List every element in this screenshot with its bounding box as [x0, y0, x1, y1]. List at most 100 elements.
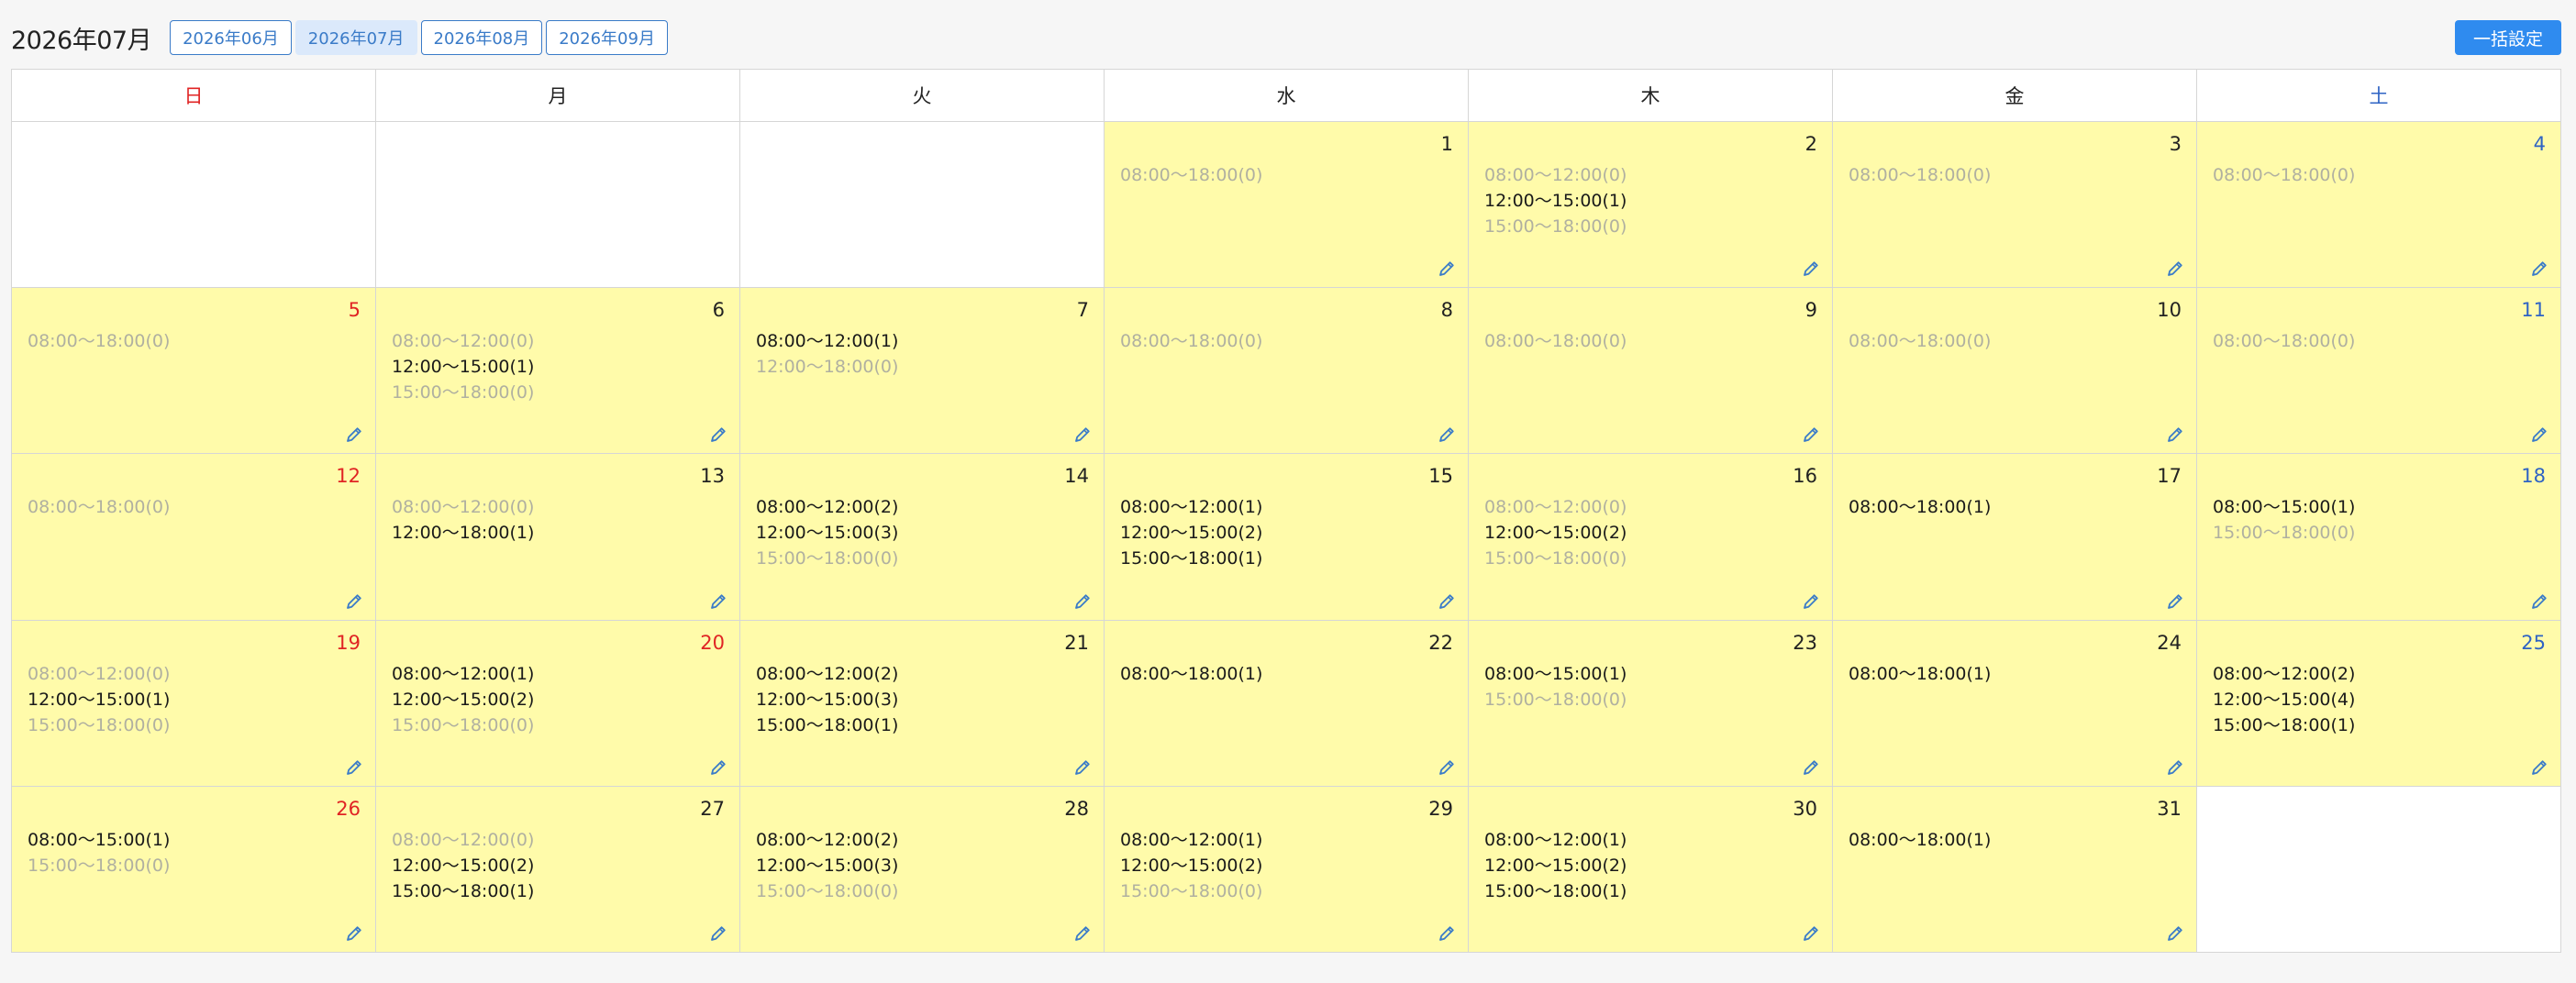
calendar-day-cell[interactable]: 22 08:00〜18:00(1)	[1104, 619, 1469, 787]
pencil-icon[interactable]	[1802, 425, 1820, 444]
pencil-icon[interactable]	[2166, 758, 2184, 777]
pencil-icon[interactable]	[1073, 924, 1092, 943]
pencil-icon[interactable]	[2530, 758, 2548, 777]
month-button-current[interactable]: 2026年07月	[294, 20, 417, 55]
day-number: 31	[2157, 797, 2182, 820]
time-slot: 12:00〜15:00(2)	[1484, 523, 1627, 544]
time-slot: 12:00〜15:00(2)	[1120, 855, 1263, 876]
day-number: 22	[1428, 631, 1453, 654]
calendar-week-row: 5 08:00〜18:00(0) 6 08:00〜12:00(0) 12:00〜15:0…	[11, 287, 2561, 455]
pencil-icon[interactable]	[345, 592, 363, 611]
month-button-next-2[interactable]: 2026年09月	[546, 20, 668, 55]
pencil-icon[interactable]	[2166, 425, 2184, 444]
pencil-icon[interactable]	[2530, 592, 2548, 611]
calendar-day-cell[interactable]: 17 08:00〜18:00(1)	[1832, 453, 2197, 621]
calendar-day-cell[interactable]: 28 08:00〜12:00(2) 12:00〜15:00(3) 15:00〜18:0…	[739, 785, 1105, 954]
calendar-day-cell[interactable]: 15 08:00〜12:00(1) 12:00〜15:00(2) 15:00〜18:0…	[1104, 453, 1469, 621]
calendar-day-cell[interactable]: 11 08:00〜18:00(0)	[2196, 287, 2561, 455]
pencil-icon[interactable]	[709, 592, 727, 611]
month-button-next[interactable]: 2026年08月	[420, 20, 543, 55]
pencil-icon[interactable]	[709, 425, 727, 444]
pencil-icon[interactable]	[1802, 260, 1820, 278]
calendar-day-cell[interactable]: 23 08:00〜15:00(1) 15:00〜18:00(0)	[1468, 619, 1833, 787]
pencil-icon[interactable]	[2530, 425, 2548, 444]
day-number: 23	[1793, 631, 1817, 654]
time-slot: 08:00〜15:00(1)	[28, 829, 171, 850]
calendar-day-cell[interactable]: 4 08:00〜18:00(0)	[2196, 120, 2561, 289]
time-slot: 08:00〜12:00(2)	[2213, 663, 2356, 684]
calendar-day-cell[interactable]: 13 08:00〜12:00(0) 12:00〜18:00(1)	[375, 453, 740, 621]
calendar-day-cell[interactable]: 5 08:00〜18:00(0)	[11, 287, 376, 455]
bulk-settings-button[interactable]: 一括設定	[2454, 20, 2561, 55]
time-slot: 15:00〜18:00(0)	[756, 880, 899, 901]
time-slot: 08:00〜15:00(1)	[1484, 663, 1627, 684]
pencil-icon[interactable]	[1438, 758, 1456, 777]
calendar-day-cell[interactable]: 18 08:00〜15:00(1) 15:00〜18:00(0)	[2196, 453, 2561, 621]
day-number: 27	[700, 797, 725, 820]
calendar-day-cell[interactable]: 1 08:00〜18:00(0)	[1104, 120, 1469, 289]
time-slot: 08:00〜18:00(1)	[1849, 497, 1992, 518]
pencil-icon[interactable]	[2166, 260, 2184, 278]
day-number: 18	[2521, 465, 2546, 488]
pencil-icon[interactable]	[1073, 758, 1092, 777]
time-slot-list: 08:00〜18:00(1)	[1849, 661, 1991, 687]
calendar-day-cell[interactable]: 27 08:00〜12:00(0) 12:00〜15:00(2) 15:00〜18:0…	[375, 785, 740, 954]
calendar-day-cell[interactable]: 3 08:00〜18:00(0)	[1832, 120, 2197, 289]
pencil-icon[interactable]	[345, 758, 363, 777]
time-slot: 12:00〜15:00(2)	[392, 689, 535, 710]
calendar-day-cell[interactable]: 12 08:00〜18:00(0)	[11, 453, 376, 621]
pencil-icon[interactable]	[709, 924, 727, 943]
calendar-day-cell[interactable]: 9 08:00〜18:00(0)	[1468, 287, 1833, 455]
calendar-day-cell[interactable]: 7 08:00〜12:00(1) 12:00〜18:00(0)	[739, 287, 1105, 455]
pencil-icon[interactable]	[1438, 924, 1456, 943]
calendar-day-cell[interactable]: 19 08:00〜12:00(0) 12:00〜15:00(1) 15:00〜18:0…	[11, 619, 376, 787]
time-slot-list: 08:00〜18:00(0)	[2213, 162, 2355, 188]
page-title: 2026年07月	[11, 26, 152, 55]
time-slot: 15:00〜18:00(0)	[1484, 548, 1627, 569]
pencil-icon[interactable]	[1438, 425, 1456, 444]
time-slot: 08:00〜18:00(1)	[1849, 663, 1992, 684]
time-slot: 15:00〜18:00(0)	[392, 714, 535, 735]
calendar-day-cell[interactable]: 2 08:00〜12:00(0) 12:00〜15:00(1) 15:00〜18:00…	[1468, 120, 1833, 289]
calendar-day-cell[interactable]: 31 08:00〜18:00(1)	[1832, 785, 2197, 954]
calendar-day-cell[interactable]: 30 08:00〜12:00(1) 12:00〜15:00(2) 15:00〜18:0…	[1468, 785, 1833, 954]
pencil-icon[interactable]	[1073, 425, 1092, 444]
calendar-day-cell[interactable]: 21 08:00〜12:00(2) 12:00〜15:00(3) 15:00〜18:0…	[739, 619, 1105, 787]
calendar-day-cell[interactable]: 14 08:00〜12:00(2) 12:00〜15:00(3) 15:00〜18:0…	[739, 453, 1105, 621]
time-slot: 12:00〜18:00(0)	[756, 357, 899, 378]
pencil-icon[interactable]	[1438, 592, 1456, 611]
pencil-icon[interactable]	[1438, 260, 1456, 278]
pencil-icon[interactable]	[2530, 260, 2548, 278]
calendar-day-cell[interactable]: 10 08:00〜18:00(0)	[1832, 287, 2197, 455]
calendar-day-cell[interactable]: 26 08:00〜15:00(1) 15:00〜18:00(0)	[11, 785, 376, 954]
day-number: 7	[1076, 299, 1089, 322]
pencil-icon[interactable]	[1073, 592, 1092, 611]
pencil-icon[interactable]	[1802, 758, 1820, 777]
calendar-week-row: 26 08:00〜15:00(1) 15:00〜18:00(0) 27 08:00〜12…	[11, 785, 2561, 954]
pencil-icon[interactable]	[345, 425, 363, 444]
calendar-day-cell[interactable]: 16 08:00〜12:00(0) 12:00〜15:00(2) 15:00〜18:0…	[1468, 453, 1833, 621]
weekday-header-row: 日 月 火 水 木 金 土	[11, 69, 2561, 122]
calendar-day-cell[interactable]: 8 08:00〜18:00(0)	[1104, 287, 1469, 455]
day-number: 8	[1440, 299, 1453, 322]
pencil-icon[interactable]	[2166, 924, 2184, 943]
day-number: 15	[1428, 465, 1453, 488]
calendar-day-cell[interactable]: 20 08:00〜12:00(1) 12:00〜15:00(2) 15:00〜18:0…	[375, 619, 740, 787]
calendar-day-cell[interactable]: 29 08:00〜12:00(1) 12:00〜15:00(2) 15:00〜18:0…	[1104, 785, 1469, 954]
day-number: 19	[336, 631, 361, 654]
calendar-day-cell[interactable]: 6 08:00〜12:00(0) 12:00〜15:00(1) 15:00〜18:00…	[375, 287, 740, 455]
time-slot: 08:00〜18:00(0)	[1120, 331, 1263, 352]
pencil-icon[interactable]	[709, 758, 727, 777]
calendar-day-cell[interactable]: 24 08:00〜18:00(1)	[1832, 619, 2197, 787]
calendar-day-cell[interactable]: 25 08:00〜12:00(2) 12:00〜15:00(4) 15:00〜18:0…	[2196, 619, 2561, 787]
month-button-prev[interactable]: 2026年06月	[170, 20, 292, 55]
pencil-icon[interactable]	[2166, 592, 2184, 611]
weekday-saturday: 土	[2196, 69, 2561, 122]
time-slot: 08:00〜18:00(0)	[1484, 331, 1627, 352]
day-number: 4	[2533, 133, 2546, 155]
pencil-icon[interactable]	[1802, 592, 1820, 611]
time-slot-list: 08:00〜12:00(2) 12:00〜15:00(3) 15:00〜18:00(…	[756, 827, 898, 904]
pencil-icon[interactable]	[345, 924, 363, 943]
pencil-icon[interactable]	[1802, 924, 1820, 943]
time-slot: 15:00〜18:00(0)	[392, 382, 535, 403]
